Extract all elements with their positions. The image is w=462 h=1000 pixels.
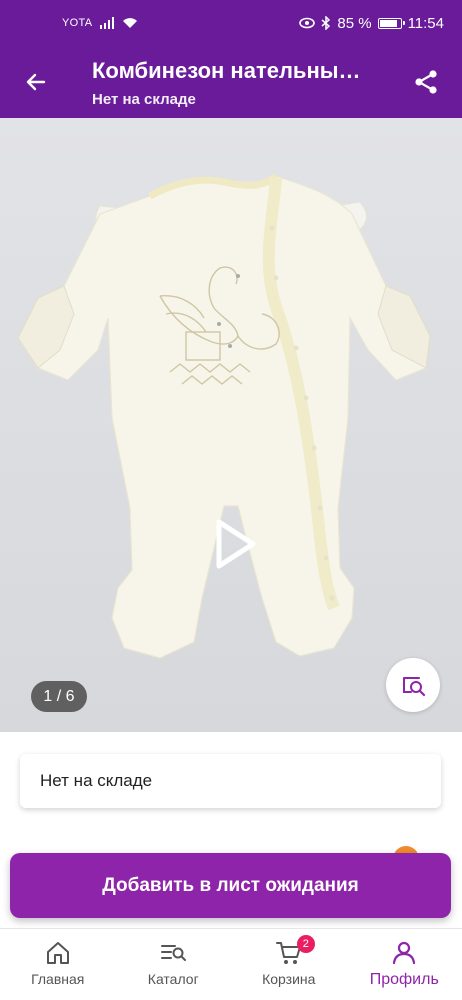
nav-label-profile: Профиль (369, 971, 439, 988)
share-button[interactable] (408, 64, 444, 100)
eye-icon (299, 17, 316, 29)
wifi-icon (123, 18, 138, 28)
nav-label-home: Главная (31, 971, 85, 987)
nav-item-profile[interactable]: Профиль (347, 929, 462, 1000)
play-video-button[interactable] (205, 514, 265, 574)
image-search-icon (403, 677, 426, 697)
catalog-icon (161, 945, 187, 961)
product-gallery[interactable]: 1 / 6 (0, 118, 462, 732)
battery-icon (377, 17, 405, 29)
nav-label-catalog: Каталог (147, 971, 199, 987)
cart-count-badge: 2 (296, 935, 315, 953)
nav-label-cart: Корзина (262, 971, 316, 987)
carrier-name: YOTA (62, 17, 93, 29)
nav-item-catalog[interactable]: Каталог (116, 929, 232, 1000)
page-title: Комбинезон нательный для новорожденных (92, 58, 374, 83)
image-counter: 1 / 6 (31, 681, 87, 712)
status-bar: YOTA 85 % 11:54 (0, 0, 462, 46)
image-search-button[interactable] (386, 658, 440, 712)
play-icon (216, 519, 256, 569)
back-button[interactable] (20, 66, 52, 98)
share-icon (415, 70, 437, 94)
add-to-waitlist-label: Добавить в лист ожидания (102, 874, 359, 896)
page-subtitle: Нет на складе (92, 91, 196, 108)
stock-status-card: Нет на складе (20, 754, 441, 808)
nav-item-cart[interactable]: 2 Корзина (231, 929, 347, 1000)
signal-icon (100, 17, 115, 29)
bluetooth-icon (321, 16, 331, 30)
arrow-left-icon (26, 73, 46, 91)
battery-percent: 85 % (337, 14, 372, 32)
add-to-waitlist-button[interactable]: Добавить в лист ожидания (10, 853, 451, 918)
app-bar: Комбинезон нательный для новорожденных Н… (0, 46, 462, 118)
bottom-navigation: Главная Каталог 2 Корзина Профиль (0, 928, 462, 1000)
stock-status-text: Нет на складе (40, 771, 153, 790)
profile-icon (393, 941, 416, 965)
home-icon (46, 942, 69, 964)
nav-item-home[interactable]: Главная (0, 929, 116, 1000)
clock: 11:54 (407, 14, 444, 32)
product-image (0, 118, 462, 732)
